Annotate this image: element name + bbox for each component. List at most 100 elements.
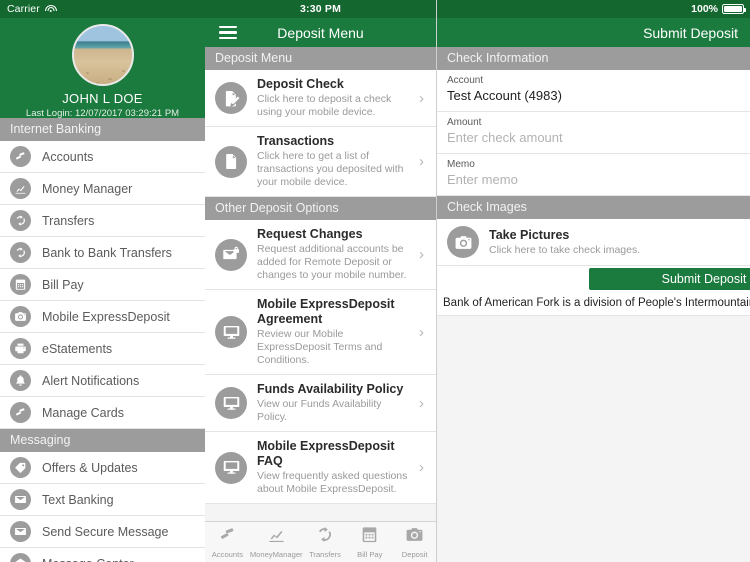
calendar-icon bbox=[360, 525, 379, 549]
sidebar-item-label: Alert Notifications bbox=[42, 373, 140, 388]
memo-input[interactable]: Enter memo bbox=[447, 171, 740, 189]
sidebar-item-alert-notifications[interactable]: Alert Notifications bbox=[0, 365, 205, 397]
hamburger-menu-icon[interactable] bbox=[219, 26, 237, 39]
tab-label: Bill Pay bbox=[357, 550, 383, 559]
refresh-arrows-icon bbox=[10, 242, 31, 263]
menu-row-title: Deposit Check bbox=[257, 77, 344, 91]
menu-row-subtitle: Review our Mobile ExpressDeposit Terms a… bbox=[257, 328, 383, 366]
menu-row-subtitle: Click here to get a list of transactions… bbox=[257, 150, 404, 188]
amount-input[interactable]: Enter check amount bbox=[447, 129, 740, 147]
tab-deposit[interactable]: Deposit bbox=[392, 525, 436, 559]
battery-percent-label: 100% bbox=[691, 3, 718, 15]
sidebar-item-bill-pay[interactable]: Bill Pay bbox=[0, 269, 205, 301]
sidebar-item-offers-updates[interactable]: Offers & Updates bbox=[0, 452, 205, 484]
sidebar-item-label: Mobile ExpressDeposit bbox=[42, 309, 170, 324]
document-pencil-icon bbox=[215, 82, 247, 114]
monitor-icon bbox=[215, 387, 247, 419]
status-bar-center: 3:30 PM bbox=[205, 0, 436, 18]
sidebar-item-label: Send Secure Message bbox=[42, 524, 169, 539]
cards-icon bbox=[218, 525, 237, 549]
deposit-menu-panel: 3:30 PM Deposit Menu Deposit Menu Deposit… bbox=[205, 0, 437, 562]
envelope-icon bbox=[10, 489, 31, 510]
chevron-right-icon: › bbox=[419, 459, 424, 476]
sidebar-item-estatements[interactable]: eStatements bbox=[0, 333, 205, 365]
chevron-right-icon: › bbox=[419, 153, 424, 170]
printer-icon bbox=[10, 338, 31, 359]
memo-field[interactable]: Memo Enter memo bbox=[437, 154, 750, 196]
tab-label: Accounts bbox=[211, 550, 244, 559]
account-label: Account bbox=[447, 75, 484, 86]
nav-submit-deposit-title: Submit Deposit bbox=[643, 24, 738, 41]
camera-icon bbox=[405, 525, 424, 549]
sidebar-item-accounts[interactable]: Accounts bbox=[0, 141, 205, 173]
sidebar-item-transfers[interactable]: Transfers bbox=[0, 205, 205, 237]
page-title: Deposit Menu bbox=[277, 24, 364, 41]
sidebar-profile-header: Carrier JOHN L DOE Last Login: 12/07/201… bbox=[0, 0, 205, 119]
profile-block: JOHN L DOE Last Login: 12/07/2017 03:29:… bbox=[0, 18, 205, 119]
menu-row-mobile-expressdeposit-agreement[interactable]: Mobile ExpressDeposit Agreement Review ou… bbox=[205, 290, 436, 375]
submit-deposit-button[interactable]: Submit Deposit bbox=[589, 268, 750, 290]
sidebar-item-label: Text Banking bbox=[42, 492, 114, 507]
sidebar-item-label: Money Manager bbox=[42, 181, 133, 196]
last-login: Last Login: 12/07/2017 03:29:21 PM bbox=[25, 108, 180, 119]
tab-accounts[interactable]: Accounts bbox=[205, 525, 250, 559]
account-field[interactable]: Account Test Account (4983) bbox=[437, 70, 750, 112]
menu-row-subtitle: View our Funds Availability Policy. bbox=[257, 398, 382, 423]
tab-bill-pay[interactable]: Bill Pay bbox=[347, 525, 392, 559]
menu-row-mobile-expressdeposit-faq[interactable]: Mobile ExpressDeposit FAQ View frequently… bbox=[205, 432, 436, 504]
menu-row-text: Transactions Click here to get a list of … bbox=[257, 134, 409, 189]
amount-field[interactable]: Amount Enter check amount bbox=[437, 112, 750, 154]
status-bar-right: 100% bbox=[437, 0, 750, 18]
tab-moneymanager[interactable]: MoneyManager bbox=[250, 525, 303, 559]
sidebar-menu-list: Internet Banking Accounts Money Manager Tra… bbox=[0, 118, 205, 562]
clock-label: 3:30 PM bbox=[299, 3, 342, 15]
menu-row-title: Mobile ExpressDeposit FAQ bbox=[257, 439, 395, 468]
menu-row-title: Request Changes bbox=[257, 227, 363, 241]
menu-row-funds-availability-policy[interactable]: Funds Availability Policy View our Funds … bbox=[205, 375, 436, 432]
sidebar-item-manage-cards[interactable]: Manage Cards bbox=[0, 397, 205, 429]
sidebar-item-bank-to-bank-transfers[interactable]: Bank to Bank Transfers bbox=[0, 237, 205, 269]
check-information-header: Check Information bbox=[437, 47, 750, 70]
sidebar-item-label: Bill Pay bbox=[42, 277, 84, 292]
take-pictures-row[interactable]: Take Pictures Click here to take check i… bbox=[437, 219, 750, 266]
battery-full-icon bbox=[722, 4, 747, 14]
menu-row-deposit-check[interactable]: Deposit Check Click here to deposit a che… bbox=[205, 70, 436, 127]
chevron-right-icon: › bbox=[419, 394, 424, 412]
monitor-icon bbox=[215, 316, 247, 348]
sidebar-item-label: Accounts bbox=[42, 149, 94, 164]
menu-row-subtitle: Request additional accounts be added for… bbox=[257, 243, 407, 281]
sidebar-section-header: Internet Banking bbox=[0, 118, 205, 141]
sidebar-item-send-secure-message[interactable]: Send Secure Message bbox=[0, 516, 205, 548]
menu-row-title: Transactions bbox=[257, 134, 335, 148]
camera-icon bbox=[10, 306, 31, 327]
chevron-right-icon: › bbox=[419, 89, 424, 107]
user-name: JOHN L DOE bbox=[62, 91, 143, 106]
menu-row-title: Mobile ExpressDeposit Agreement bbox=[257, 297, 395, 326]
check-images-header: Check Images bbox=[437, 196, 750, 219]
menu-row-request-changes[interactable]: Request Changes Request additional accoun… bbox=[205, 220, 436, 290]
memo-label: Memo bbox=[447, 159, 475, 170]
sidebar-item-money-manager[interactable]: Money Manager bbox=[0, 173, 205, 205]
chevron-right-icon: › bbox=[419, 323, 424, 341]
sidebar-item-message-center[interactable]: Message Center bbox=[0, 548, 205, 562]
menu-row-text: Mobile ExpressDeposit Agreement Review ou… bbox=[257, 297, 409, 367]
calendar-icon bbox=[10, 274, 31, 295]
deposit-section-header: Other Deposit Options bbox=[205, 197, 436, 220]
menu-row-title: Funds Availability Policy bbox=[257, 382, 404, 396]
refresh-arrows-icon bbox=[315, 525, 334, 549]
status-bar-left: Carrier bbox=[0, 0, 205, 18]
menu-row-subtitle: Click here to deposit a check using your… bbox=[257, 93, 392, 118]
menu-row-transactions[interactable]: Transactions Click here to get a list of … bbox=[205, 127, 436, 197]
sidebar-item-label: Transfers bbox=[42, 213, 95, 228]
submit-deposit-panel: 100% Submit Deposit Check Information Ac… bbox=[437, 0, 750, 562]
tab-transfers[interactable]: Transfers bbox=[303, 525, 348, 559]
sidebar-item-text-banking[interactable]: Text Banking bbox=[0, 484, 205, 516]
amount-label: Amount bbox=[447, 117, 482, 128]
submit-deposit-navbar: Submit Deposit bbox=[437, 18, 750, 47]
avatar[interactable] bbox=[71, 24, 134, 86]
sidebar-item-label: Bank to Bank Transfers bbox=[42, 245, 172, 260]
camera-icon bbox=[447, 226, 479, 258]
cards-icon bbox=[10, 402, 31, 423]
sidebar-item-mobile-expressdeposit[interactable]: Mobile ExpressDeposit bbox=[0, 301, 205, 333]
chart-line-icon bbox=[10, 178, 31, 199]
